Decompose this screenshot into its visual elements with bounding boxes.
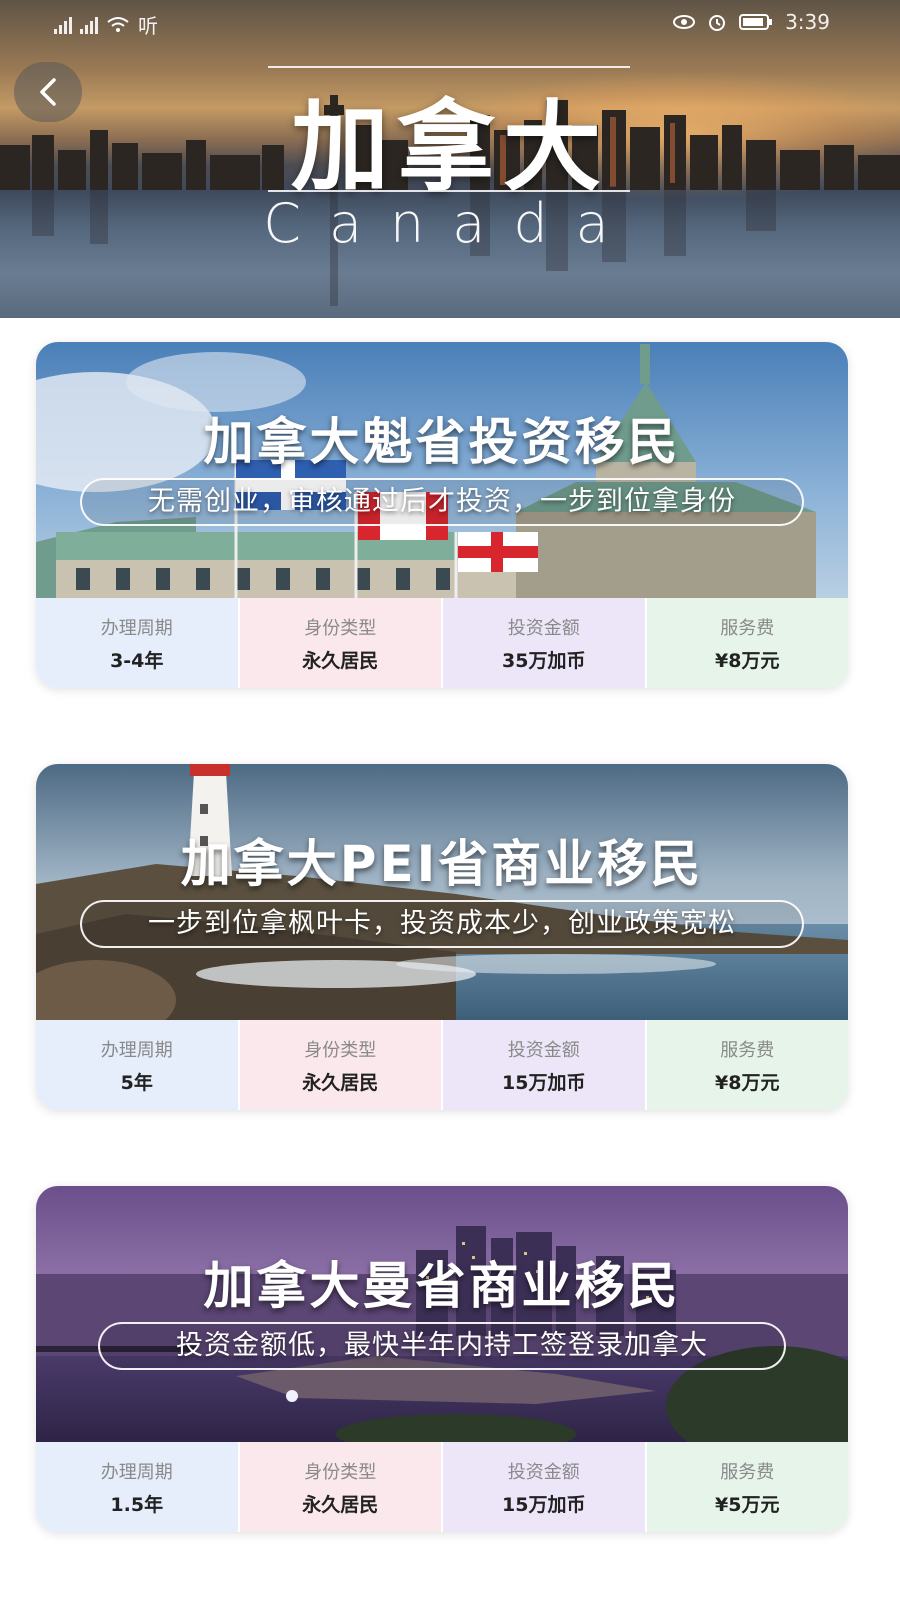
stat-service-fee: 服务费 ¥5万元 [646, 1442, 848, 1532]
eye-icon [673, 15, 696, 29]
stat-value: ¥8万元 [715, 649, 780, 672]
stat-label: 身份类型 [304, 1039, 377, 1061]
stat-value: 1.5年 [110, 1493, 164, 1516]
program-title: 加拿大曼省商业移民 [203, 1257, 681, 1315]
stat-value: 5年 [120, 1071, 153, 1094]
hero-banner: 听 3:39 加拿大 Canada [0, 0, 900, 318]
stat-value: 15万加币 [502, 1071, 586, 1094]
stat-label: 投资金额 [507, 1039, 580, 1061]
stat-value: 永久居民 [302, 1493, 379, 1516]
program-stats: 办理周期 5年 身份类型 永久居民 投资金额 15万加币 服务费 ¥8万元 [36, 1020, 848, 1110]
program-card-pei[interactable]: 加拿大PEI省商业移民 一步到位拿枫叶卡，投资成本少，创业政策宽松 办理周期 5… [36, 764, 848, 1110]
program-banner: 加拿大魁省投资移民 无需创业，审核通过后才投资，一步到位拿身份 [36, 342, 848, 598]
stat-value: 3-4年 [110, 649, 164, 672]
stat-label: 办理周期 [100, 1461, 173, 1483]
stat-period: 办理周期 3-4年 [36, 598, 240, 688]
stat-period: 办理周期 5年 [36, 1020, 240, 1110]
page-title: 加拿大 [290, 91, 609, 205]
program-slogan: 投资金额低，最快半年内持工签登录加拿大 [98, 1322, 786, 1370]
stat-investment: 投资金额 15万加币 [443, 1442, 647, 1532]
stat-period: 办理周期 1.5年 [36, 1442, 240, 1532]
stat-investment: 投资金额 15万加币 [443, 1020, 647, 1110]
stat-value: 永久居民 [302, 1071, 379, 1094]
program-slogan: 一步到位拿枫叶卡，投资成本少，创业政策宽松 [80, 900, 804, 948]
signal-icon [54, 16, 72, 34]
alarm-icon [709, 15, 726, 31]
stat-status-type: 身份类型 永久居民 [239, 1020, 443, 1110]
stat-label: 服务费 [720, 1461, 775, 1483]
stat-status-type: 身份类型 永久居民 [239, 598, 443, 688]
stat-value: ¥8万元 [715, 1071, 780, 1094]
program-title: 加拿大PEI省商业移民 [180, 835, 704, 893]
stat-investment: 投资金额 35万加币 [443, 598, 647, 688]
stat-status-type: 身份类型 永久居民 [239, 1442, 443, 1532]
program-stats: 办理周期 3-4年 身份类型 永久居民 投资金额 35万加币 服务费 ¥8万元 [36, 598, 848, 688]
stat-label: 办理周期 [100, 617, 173, 639]
battery-icon [739, 14, 773, 30]
wifi-icon [107, 16, 129, 32]
stat-label: 服务费 [720, 1039, 775, 1061]
program-title: 加拿大魁省投资移民 [203, 413, 681, 471]
signal-icon [80, 16, 98, 34]
stat-value: ¥5万元 [715, 1493, 780, 1516]
stat-service-fee: 服务费 ¥8万元 [646, 1020, 848, 1110]
status-bar: 听 3:39 [0, 0, 900, 46]
program-slogan: 无需创业，审核通过后才投资，一步到位拿身份 [80, 478, 804, 526]
program-banner: 加拿大曼省商业移民 投资金额低，最快半年内持工签登录加拿大 [36, 1186, 848, 1442]
stat-label: 投资金额 [507, 1461, 580, 1483]
status-text: 听 [138, 14, 158, 38]
stat-value: 15万加币 [502, 1493, 586, 1516]
stat-service-fee: 服务费 ¥8万元 [646, 598, 848, 688]
program-card-manitoba[interactable]: 加拿大曼省商业移民 投资金额低，最快半年内持工签登录加拿大 办理周期 1.5年 … [36, 1186, 848, 1532]
stat-value: 35万加币 [502, 649, 586, 672]
stat-label: 身份类型 [304, 1461, 377, 1483]
stat-label: 办理周期 [100, 1039, 173, 1061]
program-card-quebec[interactable]: 加拿大魁省投资移民 无需创业，审核通过后才投资，一步到位拿身份 办理周期 3-4… [36, 342, 848, 688]
page-subtitle: Canada [263, 192, 637, 255]
status-time: 3:39 [785, 10, 830, 34]
stat-label: 身份类型 [304, 617, 377, 639]
stat-value: 永久居民 [302, 649, 379, 672]
stat-label: 服务费 [720, 617, 775, 639]
program-stats: 办理周期 1.5年 身份类型 永久居民 投资金额 15万加币 服务费 ¥5万元 [36, 1442, 848, 1532]
stat-label: 投资金额 [507, 617, 580, 639]
program-banner: 加拿大PEI省商业移民 一步到位拿枫叶卡，投资成本少，创业政策宽松 [36, 764, 848, 1020]
